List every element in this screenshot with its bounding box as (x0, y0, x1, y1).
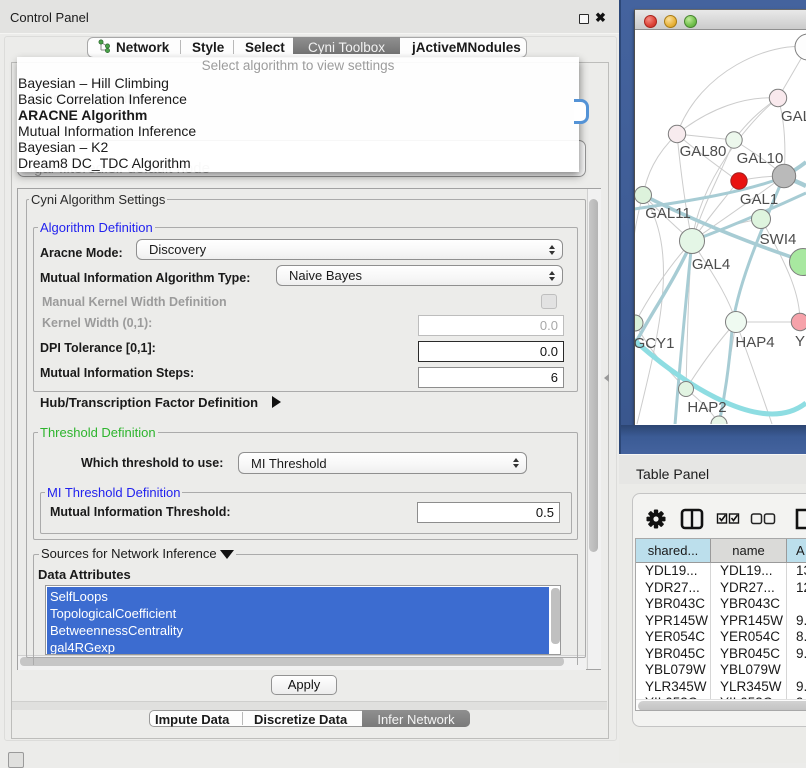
svg-text:GAL11: GAL11 (645, 205, 691, 222)
svg-text:HAP4: HAP4 (735, 334, 774, 351)
svg-text:SWI4: SWI4 (760, 231, 797, 248)
svg-text:GAL80: GAL80 (680, 143, 727, 160)
svg-text:GAL1: GAL1 (740, 191, 778, 208)
svg-text:GAL4: GAL4 (692, 256, 730, 273)
svg-text:GAL10: GAL10 (737, 150, 784, 167)
svg-text:HAP2: HAP2 (687, 399, 726, 416)
svg-text:Y: Y (795, 333, 805, 350)
svg-text:GAL7: GAL7 (781, 108, 806, 125)
svg-text:GCY1: GCY1 (635, 335, 674, 352)
